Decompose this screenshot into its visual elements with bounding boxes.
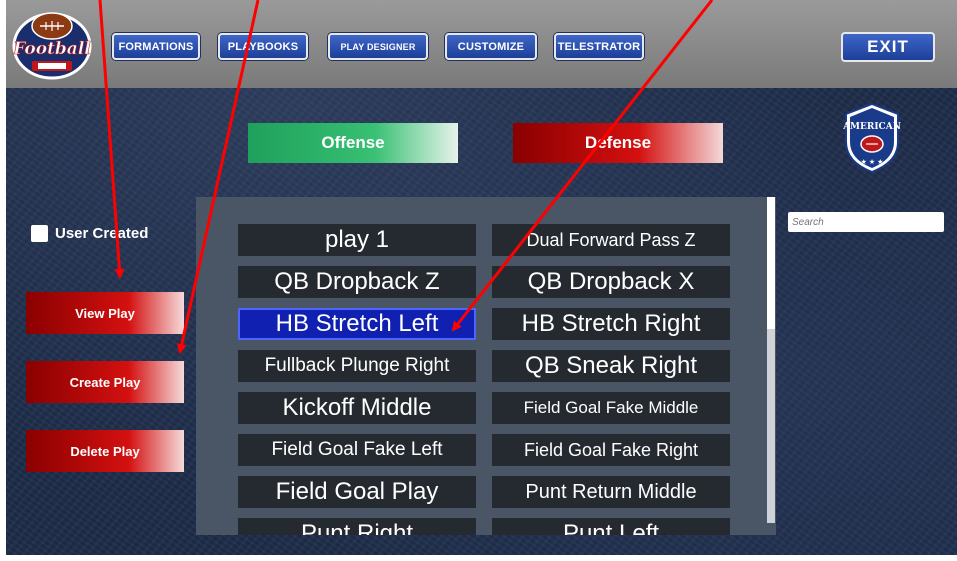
play-item[interactable]: Punt Return Middle (492, 476, 730, 508)
defense-tab[interactable]: Defense (513, 123, 723, 163)
play-item[interactable]: Field Goal Play (238, 476, 476, 508)
delete-play-button[interactable]: Delete Play (26, 430, 184, 472)
svg-text:★ ★ ★: ★ ★ ★ (861, 158, 884, 166)
app-window: Football FORMATIONS PLAYBOOKS PLAY DESIG… (6, 0, 957, 555)
playbooks-button[interactable]: PLAYBOOKS (218, 33, 308, 60)
play-item[interactable]: play 1 (238, 224, 476, 256)
play-item[interactable]: Field Goal Fake Right (492, 434, 730, 466)
play-item[interactable]: Kickoff Middle (238, 392, 476, 424)
play-item[interactable]: Punt Right (238, 518, 476, 535)
logo-text: Football (12, 39, 91, 59)
football-logo: Football (12, 12, 92, 80)
user-created-checkbox[interactable] (31, 225, 48, 242)
plays-list-panel[interactable]: play 1 Dual Forward Pass Z QB Dropback Z QB… (196, 197, 776, 535)
exit-button[interactable]: EXIT (841, 32, 935, 62)
user-created-filter[interactable]: User Created (31, 225, 148, 242)
telestrator-button[interactable]: TELESTRATOR (554, 33, 644, 60)
play-designer-button[interactable]: PLAY DESIGNER (328, 33, 428, 60)
offense-tab[interactable]: Offense (248, 123, 458, 163)
badge-text: AMERICAN (842, 122, 901, 132)
play-item[interactable]: QB Dropback X (492, 266, 730, 298)
top-bar: Football FORMATIONS PLAYBOOKS PLAY DESIG… (6, 0, 957, 88)
play-item[interactable]: Fullback Plunge Right (238, 350, 476, 382)
play-item[interactable]: HB Stretch Left (238, 308, 476, 340)
play-item[interactable]: Dual Forward Pass Z (492, 224, 730, 256)
customize-button[interactable]: CUSTOMIZE (445, 33, 537, 60)
view-play-button[interactable]: View Play (26, 292, 184, 334)
create-play-button[interactable]: Create Play (26, 361, 184, 403)
formations-button[interactable]: FORMATIONS (112, 33, 200, 60)
user-created-label: User Created (55, 225, 149, 242)
plays-scrollbar-thumb[interactable] (767, 197, 775, 329)
play-item[interactable]: Field Goal Fake Middle (492, 392, 730, 424)
play-item[interactable]: QB Sneak Right (492, 350, 730, 382)
play-item[interactable]: Field Goal Fake Left (238, 434, 476, 466)
play-item[interactable]: Punt Left (492, 518, 730, 535)
play-item[interactable]: HB Stretch Right (492, 308, 730, 340)
search-input[interactable] (788, 212, 944, 232)
american-badge-icon: AMERICAN ★ ★ ★ (842, 102, 901, 174)
play-item[interactable]: QB Dropback Z (238, 266, 476, 298)
